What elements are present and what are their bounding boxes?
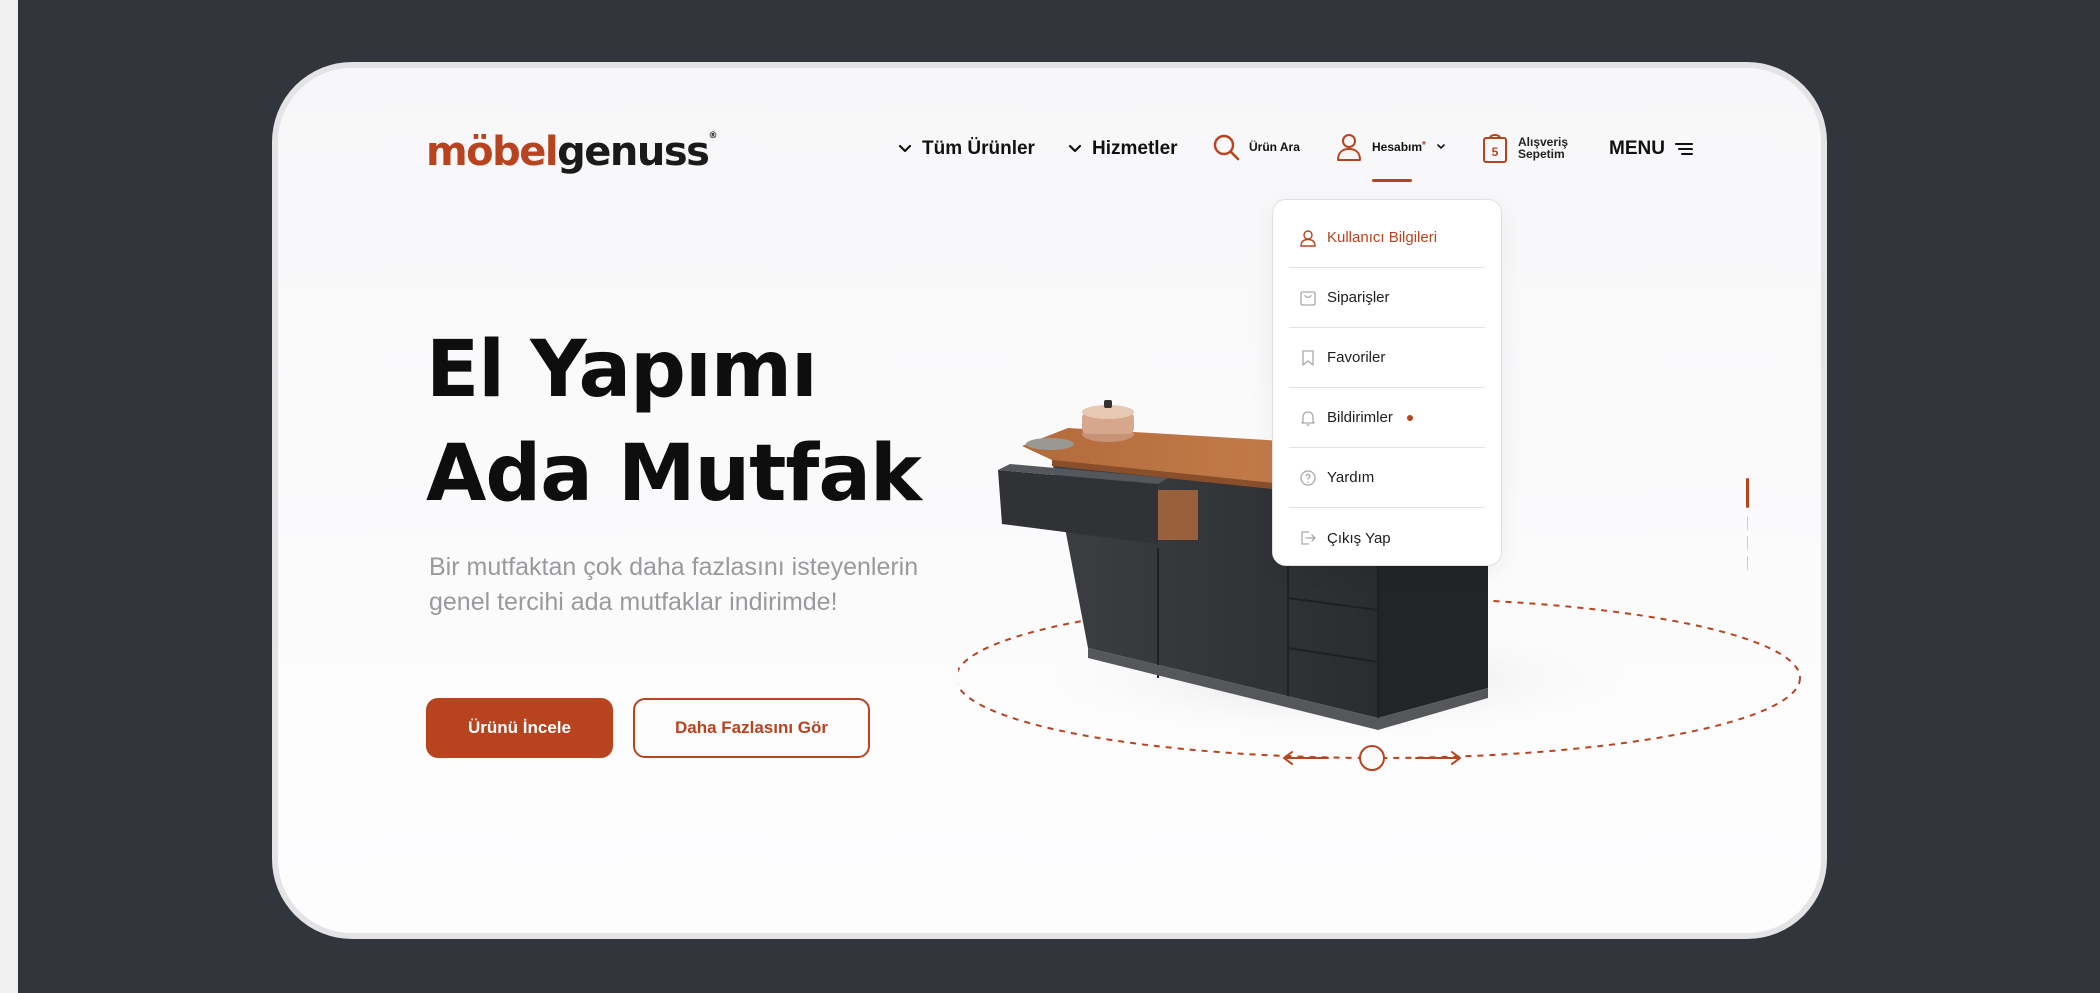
nav-account[interactable]: Hesabım*: [1336, 132, 1446, 162]
account-label-text: Hesabım: [1372, 140, 1423, 154]
hamburger-icon: [1674, 143, 1693, 155]
nav-account-label: Hesabım*: [1372, 140, 1426, 154]
notification-badge: [1406, 414, 1413, 421]
hero-subtitle: Bir mutfaktan çok daha fazlasını isteyen…: [429, 550, 989, 620]
nav-search-label: Ürün Ara: [1249, 140, 1300, 154]
menu-item-label: Yardım: [1327, 469, 1375, 486]
menu-item-help[interactable]: Yardım: [1289, 448, 1485, 508]
logo-part-1: möbel: [426, 129, 559, 175]
brand-logo[interactable]: möbelgenuss®: [426, 129, 717, 175]
nav-services[interactable]: Hizmetler: [1066, 138, 1178, 160]
nav-all-products[interactable]: Tüm Ürünler: [896, 138, 1035, 160]
menu-item-notifications[interactable]: Bildirimler: [1289, 388, 1485, 448]
menu-item-label: Bildirimler: [1327, 409, 1393, 426]
hero-title-line-2: Ada Mutfak: [426, 429, 922, 519]
logout-icon: [1301, 531, 1316, 545]
chevron-down-icon: [1068, 144, 1082, 153]
account-active-underline: [1372, 179, 1412, 182]
search-icon: [1213, 134, 1240, 161]
nav-services-label: Hizmetler: [1092, 138, 1178, 159]
cart-label-line-2: Sepetim: [1518, 147, 1565, 161]
slide-indicator-step: [1747, 516, 1748, 530]
menu-item-label: Favoriler: [1327, 349, 1386, 366]
nav-menu[interactable]: MENU: [1609, 138, 1693, 160]
bag-icon: [1300, 290, 1316, 306]
nav-all-products-label: Tüm Ürünler: [922, 138, 1035, 159]
slide-indicator-step: [1747, 556, 1748, 570]
logo-part-2: genuss: [557, 129, 710, 175]
hero-subtitle-line-2: genel tercihi ada mutfaklar indirimde!: [429, 588, 838, 616]
user-icon: [1300, 229, 1316, 247]
nav-cart[interactable]: 5 Alışveriş Sepetim: [1482, 132, 1568, 164]
bell-icon: [1301, 410, 1315, 426]
menu-item-favorites[interactable]: Favoriler: [1289, 328, 1485, 388]
menu-item-user-info[interactable]: Kullanıcı Bilgileri: [1289, 208, 1485, 268]
account-indicator: *: [1422, 140, 1426, 151]
logo-registered: ®: [708, 131, 717, 141]
hero-title: El Yapımı Ada Mutfak: [426, 318, 922, 526]
slide-indicator[interactable]: [1746, 478, 1749, 570]
view-product-button[interactable]: Ürünü İncele: [426, 698, 613, 758]
see-more-button[interactable]: Daha Fazlasını Gör: [633, 698, 870, 758]
menu-item-label: Siparişler: [1327, 289, 1390, 306]
menu-item-logout[interactable]: Çıkış Yap: [1289, 508, 1485, 568]
hero-title-line-1: El Yapımı: [426, 325, 818, 415]
account-dropdown-menu: Kullanıcı Bilgileri Siparişler Favoriler…: [1272, 199, 1502, 566]
slide-indicator-step: [1747, 536, 1748, 550]
device-frame: möbelgenuss® Tüm Ürünler Hizmetler Ürün …: [272, 62, 1827, 939]
bookmark-icon: [1302, 349, 1314, 366]
cart-count: 5: [1492, 145, 1499, 159]
hero-subtitle-line-1: Bir mutfaktan çok daha fazlasını isteyen…: [429, 553, 919, 581]
menu-item-orders[interactable]: Siparişler: [1289, 268, 1485, 328]
chevron-down-icon: [1437, 144, 1445, 150]
nav-menu-label: MENU: [1609, 138, 1665, 159]
help-icon: [1300, 469, 1316, 486]
chevron-down-icon: [898, 144, 912, 153]
nav-search[interactable]: Ürün Ara: [1211, 132, 1300, 162]
user-icon: [1337, 134, 1361, 161]
menu-item-label: Kullanıcı Bilgileri: [1327, 229, 1438, 246]
menu-item-label: Çıkış Yap: [1327, 529, 1391, 547]
nav-cart-label: Alışveriş Sepetim: [1518, 136, 1568, 160]
shopping-bag-icon: 5: [1483, 134, 1507, 163]
slide-indicator-active: [1746, 478, 1749, 508]
